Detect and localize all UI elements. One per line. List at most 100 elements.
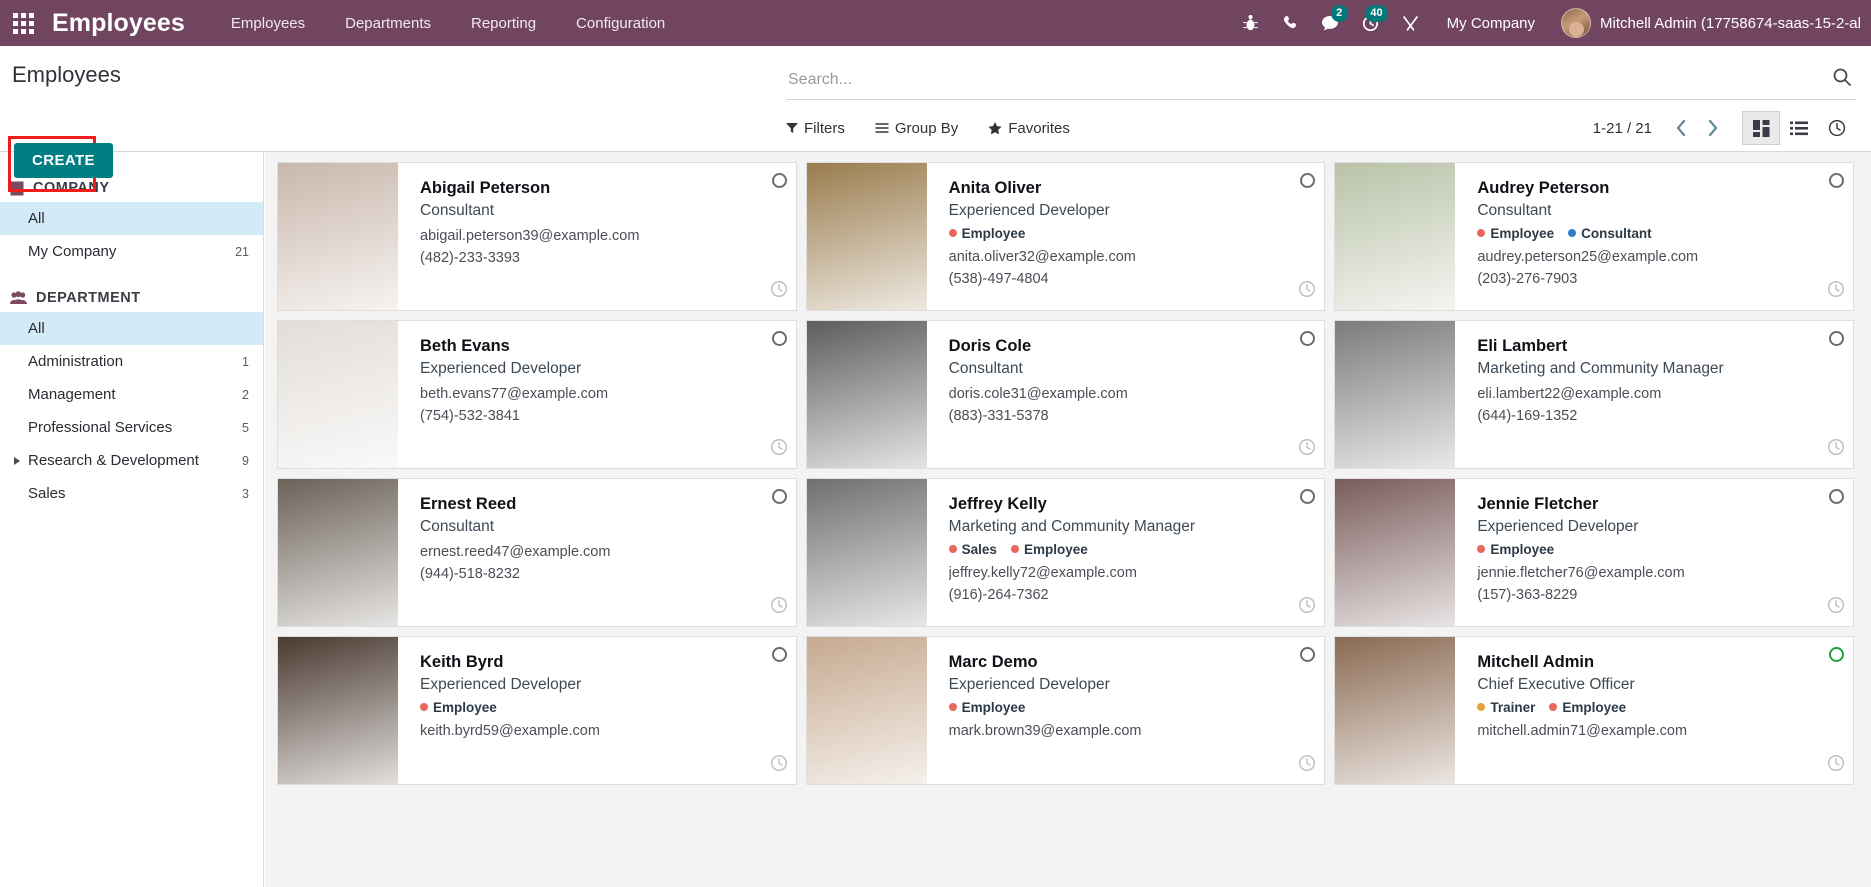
employee-email[interactable]: eli.lambert22@example.com <box>1477 383 1819 405</box>
employee-phone[interactable]: (916)-264-7362 <box>949 584 1291 606</box>
employee-status-indicator[interactable] <box>1300 489 1316 504</box>
employee-email[interactable]: ernest.reed47@example.com <box>420 541 762 563</box>
menu-departments[interactable]: Departments <box>325 0 451 46</box>
sidebar-item-management[interactable]: Management 2 <box>0 378 263 411</box>
employee-phone[interactable]: (538)-497-4804 <box>949 268 1291 290</box>
employee-phone[interactable]: (482)-233-3393 <box>420 247 762 269</box>
menu-reporting[interactable]: Reporting <box>451 0 556 46</box>
employee-status-indicator[interactable] <box>1829 331 1844 346</box>
employee-status-indicator[interactable] <box>771 489 787 504</box>
filters-button[interactable]: Filters <box>786 120 845 137</box>
create-button[interactable]: CREATE <box>14 143 113 178</box>
activity-clock-icon[interactable] <box>1827 754 1845 777</box>
employee-status-indicator[interactable] <box>1300 647 1316 662</box>
employee-email[interactable]: jeffrey.kelly72@example.com <box>949 562 1291 584</box>
favorites-button[interactable]: Favorites <box>988 120 1070 137</box>
menu-configuration[interactable]: Configuration <box>556 0 685 46</box>
employee-email[interactable]: mitchell.admin71@example.com <box>1477 720 1819 742</box>
activity-clock-icon[interactable] <box>1827 596 1845 619</box>
top-navbar: Employees Employees Departments Reportin… <box>0 0 1871 46</box>
sidebar-item-administration[interactable]: Administration 1 <box>0 345 263 378</box>
employee-card[interactable]: Doris Cole Consultant doris.cole31@example… <box>805 320 1326 469</box>
menu-employees[interactable]: Employees <box>211 0 325 46</box>
activity-clock-icon[interactable] <box>1298 280 1316 303</box>
employee-card[interactable]: Jeffrey Kelly Marketing and Community Man… <box>805 478 1326 627</box>
user-menu[interactable]: Mitchell Admin (17758674-saas-15-2-al <box>1551 0 1871 46</box>
employee-email[interactable]: beth.evans77@example.com <box>420 383 762 405</box>
sidebar-item-department-all[interactable]: All <box>0 312 263 345</box>
filter-sidebar: COMPANY All My Company 21 DEPARTMENT All… <box>0 152 264 887</box>
employee-card[interactable]: Marc Demo Experienced Developer Employee ma… <box>805 636 1326 785</box>
activity-clock-icon[interactable] <box>1827 280 1845 303</box>
employee-status-indicator[interactable] <box>1300 173 1316 188</box>
chevron-right-icon[interactable] <box>1698 113 1728 143</box>
sidebar-item-count: 3 <box>242 486 249 501</box>
employee-email[interactable]: anita.oliver32@example.com <box>949 246 1291 268</box>
activity-view-button[interactable] <box>1818 111 1856 145</box>
employee-phone[interactable]: (883)-331-5378 <box>949 405 1291 427</box>
employee-status-indicator[interactable] <box>771 647 787 662</box>
employee-status-indicator[interactable] <box>1829 173 1844 188</box>
employee-email[interactable]: jennie.fletcher76@example.com <box>1477 562 1819 584</box>
tools-icon[interactable] <box>1391 0 1431 46</box>
employee-card[interactable]: Anita Oliver Experienced Developer Employe… <box>805 162 1326 311</box>
employee-card[interactable]: Keith Byrd Experienced Developer Employee k… <box>277 636 797 785</box>
employee-card[interactable]: Audrey Peterson Consultant Employee Consult… <box>1334 162 1854 311</box>
employee-email[interactable]: mark.brown39@example.com <box>949 720 1291 742</box>
sidebar-item-company-all[interactable]: All <box>0 202 263 235</box>
employee-card[interactable]: Jennie Fletcher Experienced Developer Empl… <box>1334 478 1854 627</box>
employee-phone[interactable]: (644)-169-1352 <box>1477 405 1819 427</box>
sidebar-item-professional-services[interactable]: Professional Services 5 <box>0 411 263 444</box>
sidebar-item-research-and-development[interactable]: Research & Development 9 <box>0 444 263 477</box>
employee-card[interactable]: Ernest Reed Consultant ernest.reed47@examp… <box>277 478 797 627</box>
employee-card[interactable]: Beth Evans Experienced Developer beth.evan… <box>277 320 797 469</box>
employee-tag: Employee <box>420 700 497 715</box>
apps-grid-icon[interactable] <box>0 0 46 46</box>
employee-status-indicator[interactable] <box>1829 489 1844 504</box>
search-input[interactable] <box>786 69 1782 90</box>
employee-phone[interactable]: (203)-276-7903 <box>1477 268 1819 290</box>
bug-icon[interactable] <box>1231 0 1271 46</box>
employee-phone[interactable]: (754)-532-3841 <box>420 405 762 427</box>
activity-clock-icon[interactable] <box>1298 438 1316 461</box>
employee-phone[interactable]: (944)-518-8232 <box>420 563 762 585</box>
employee-card-body: Jennie Fletcher Experienced Developer Empl… <box>1455 479 1853 626</box>
phone-icon[interactable] <box>1271 0 1311 46</box>
activity-clock-icon[interactable] <box>770 438 788 461</box>
activity-clock-icon[interactable] <box>1298 596 1316 619</box>
employee-phone[interactable]: (157)-363-8229 <box>1477 584 1819 606</box>
sidebar-item-sales[interactable]: Sales 3 <box>0 477 263 510</box>
employee-email[interactable]: doris.cole31@example.com <box>949 383 1291 405</box>
employee-email[interactable]: abigail.peterson39@example.com <box>420 225 762 247</box>
search-icon[interactable] <box>1832 67 1852 92</box>
employee-status-indicator[interactable] <box>1829 647 1844 662</box>
activities-clock-icon[interactable]: 40 <box>1351 0 1391 46</box>
sidebar-item-label: Administration <box>28 353 124 370</box>
employee-status-indicator[interactable] <box>771 173 787 188</box>
sidebar-item-my-company[interactable]: My Company 21 <box>0 235 263 268</box>
employee-email[interactable]: keith.byrd59@example.com <box>420 720 762 742</box>
list-view-button[interactable] <box>1780 111 1818 145</box>
activity-clock-icon[interactable] <box>770 596 788 619</box>
employee-card[interactable]: Abigail Peterson Consultant abigail.peters… <box>277 162 797 311</box>
employee-email[interactable]: audrey.peterson25@example.com <box>1477 246 1819 268</box>
employee-kanban-view[interactable]: Abigail Peterson Consultant abigail.peters… <box>265 152 1871 887</box>
activity-clock-icon[interactable] <box>770 280 788 303</box>
company-switcher[interactable]: My Company <box>1431 0 1551 46</box>
messages-icon[interactable]: 2 <box>1311 0 1351 46</box>
activity-clock-icon[interactable] <box>770 754 788 777</box>
employee-status-indicator[interactable] <box>1300 331 1316 346</box>
employee-tag-list: Sales Employee <box>948 542 1291 557</box>
chevron-left-icon[interactable] <box>1666 113 1696 143</box>
activity-clock-icon[interactable] <box>1298 754 1316 777</box>
employee-card[interactable]: Mitchell Admin Chief Executive Officer Tra… <box>1334 636 1854 785</box>
activity-clock-icon[interactable] <box>1827 438 1845 461</box>
users-icon <box>10 291 27 305</box>
chevron-right-icon[interactable] <box>14 456 20 465</box>
employee-card[interactable]: Eli Lambert Marketing and Community Manag… <box>1334 320 1854 469</box>
employee-card-body: Mitchell Admin Chief Executive Officer Tra… <box>1455 637 1853 784</box>
employee-tag: Consultant <box>1568 226 1652 241</box>
employee-status-indicator[interactable] <box>771 331 787 346</box>
group-by-button[interactable]: Group By <box>875 120 958 137</box>
kanban-view-button[interactable] <box>1742 111 1780 145</box>
